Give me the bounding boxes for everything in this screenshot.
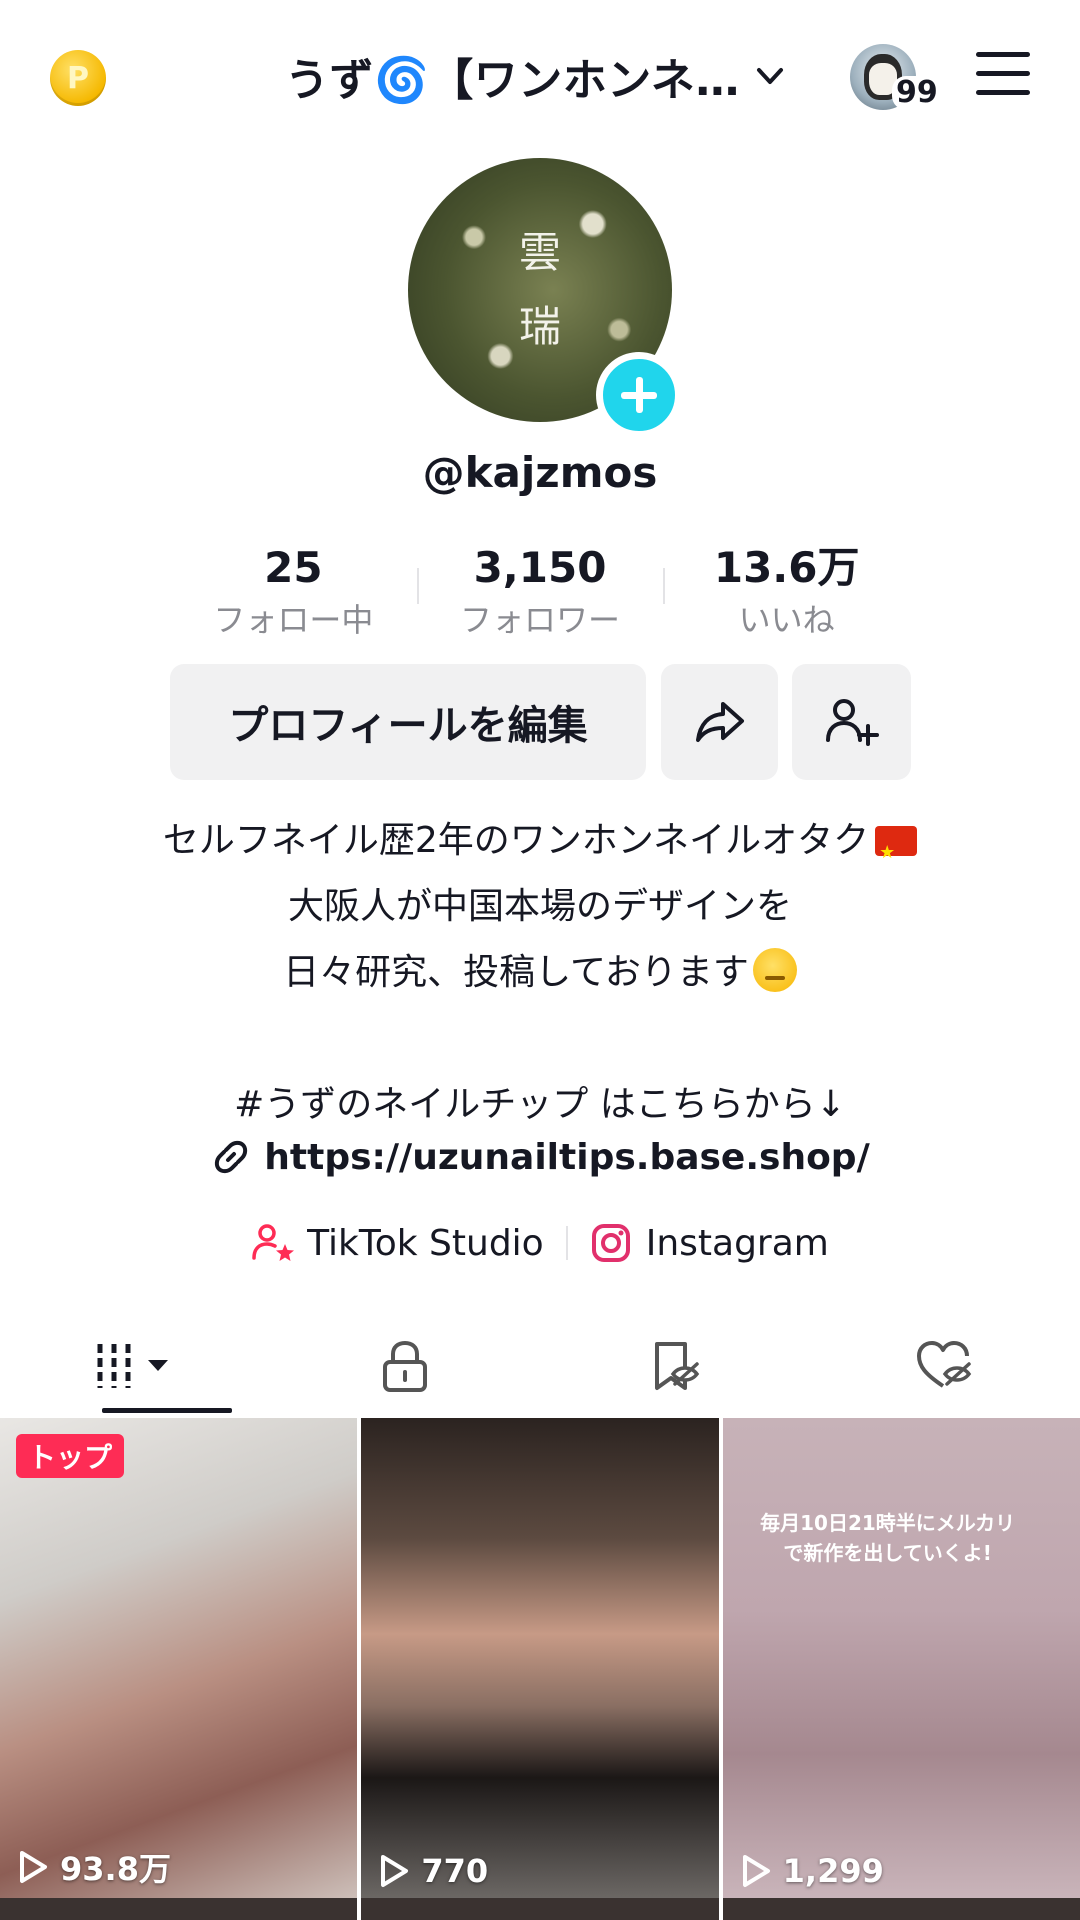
- bio-line-1: セルフネイル歴2年のワンホンネイルオタク: [0, 808, 1080, 886]
- heart-hidden-icon: [917, 1341, 972, 1388]
- videos-grid-icon: [97, 1344, 168, 1388]
- stat-following[interactable]: 25 フォロー中: [170, 540, 417, 640]
- coin-icon[interactable]: P: [50, 50, 106, 106]
- stat-likes[interactable]: 13.6万 いいね: [663, 540, 910, 640]
- china-flag-icon: [875, 820, 918, 886]
- instagram-link[interactable]: Instagram: [590, 1222, 829, 1264]
- tab-videos[interactable]: [0, 1318, 270, 1414]
- play-icon: [381, 1855, 409, 1887]
- tab-favorites[interactable]: [540, 1318, 810, 1414]
- tab-private[interactable]: [270, 1318, 540, 1414]
- chevron-down-icon: [756, 68, 783, 84]
- pinned-badge: トップ: [16, 1434, 125, 1478]
- avatar-kanji-1: 雲: [518, 228, 561, 277]
- account-switcher[interactable]: うず🌀【ワンホンネ…: [285, 44, 788, 108]
- view-count-text: 93.8万: [60, 1850, 171, 1888]
- view-count-text: 1,299: [782, 1852, 884, 1890]
- stat-value: 3,150: [473, 543, 607, 592]
- add-story-plus-icon[interactable]: [596, 352, 682, 438]
- creator-star-icon: [252, 1224, 295, 1261]
- top-bar: P うず🌀【ワンホンネ… 99: [0, 0, 1080, 150]
- share-profile-button[interactable]: [661, 664, 778, 780]
- share-arrow-icon: [695, 702, 744, 742]
- profile-username: @kajzmos: [422, 448, 658, 497]
- profile-stats: 25 フォロー中 3,150 フォロワー 13.6万 いいね: [170, 540, 910, 640]
- video-grid: トップ 93.8万 770 毎月10日21時半にメルカリで新作を出していくよ! …: [0, 1418, 1080, 1920]
- tiktok-studio-label: TikTok Studio: [307, 1222, 544, 1264]
- bio-line-2: 大阪人が中国本場のデザインを: [287, 886, 792, 927]
- bio-hashtag-line: #うずのネイルチップ はこちらから↓: [234, 1084, 846, 1125]
- link-chain-icon: [215, 1140, 248, 1174]
- stat-label: いいね: [738, 601, 835, 639]
- add-user-icon: [825, 699, 879, 746]
- account-name: うず🌀【ワンホンネ…: [285, 55, 740, 106]
- next-video-row: [0, 1898, 1080, 1920]
- instagram-icon: [591, 1224, 630, 1262]
- profile-bio: セルフネイル歴2年のワンホンネイルオタク 大阪人が中国本場のデザインを 日々研究…: [0, 808, 1080, 1138]
- play-icon: [742, 1855, 770, 1887]
- stat-label: フォロワー: [460, 601, 621, 639]
- stat-value: 13.6万: [713, 543, 860, 592]
- hamburger-menu-icon[interactable]: [976, 52, 1030, 96]
- notification-count-badge: 99: [892, 76, 942, 110]
- tiktok-studio-link[interactable]: TikTok Studio: [251, 1222, 544, 1264]
- lock-icon: [383, 1340, 427, 1392]
- view-count: 93.8万: [18, 1844, 171, 1890]
- video-thumbnail[interactable]: 770: [361, 1418, 719, 1898]
- bio-text: セルフネイル歴2年のワンホンネイルオタク: [162, 820, 870, 861]
- bookmark-hidden-icon: [655, 1342, 700, 1390]
- profile-tabs: [0, 1318, 1080, 1414]
- video-thumbnail[interactable]: トップ 93.8万: [0, 1418, 358, 1898]
- edit-profile-button[interactable]: プロフィールを編集: [170, 664, 646, 780]
- stat-value: 25: [264, 543, 323, 592]
- relieved-face-emoji-icon: [752, 948, 797, 992]
- tab-liked[interactable]: [810, 1318, 1080, 1414]
- social-links: TikTok Studio Instagram: [0, 1222, 1080, 1264]
- play-icon: [20, 1851, 47, 1883]
- view-count: 770: [379, 1852, 488, 1890]
- view-count-text: 770: [421, 1852, 489, 1890]
- stat-followers[interactable]: 3,150 フォロワー: [416, 540, 664, 640]
- social-divider: [565, 1226, 568, 1260]
- profile-link[interactable]: https://uzunailtips.base.shop/: [0, 1136, 1080, 1178]
- avatar-kanji-2: 瑞: [518, 302, 561, 351]
- video-thumbnail[interactable]: 毎月10日21時半にメルカリで新作を出していくよ! 1,299: [722, 1418, 1080, 1898]
- view-count: 1,299: [741, 1852, 884, 1890]
- stat-label: フォロー中: [213, 601, 374, 639]
- add-friend-button[interactable]: [792, 664, 911, 780]
- thumbnail-caption: 毎月10日21時半にメルカリで新作を出していくよ!: [760, 1511, 1016, 1565]
- active-tab-indicator: [102, 1408, 232, 1413]
- instagram-label: Instagram: [645, 1222, 829, 1264]
- bio-text: 日々研究、投稿しております: [283, 952, 749, 993]
- profile-link-url: https://uzunailtips.base.shop/: [264, 1136, 870, 1178]
- bio-line-3: 日々研究、投稿しております: [0, 940, 1080, 1006]
